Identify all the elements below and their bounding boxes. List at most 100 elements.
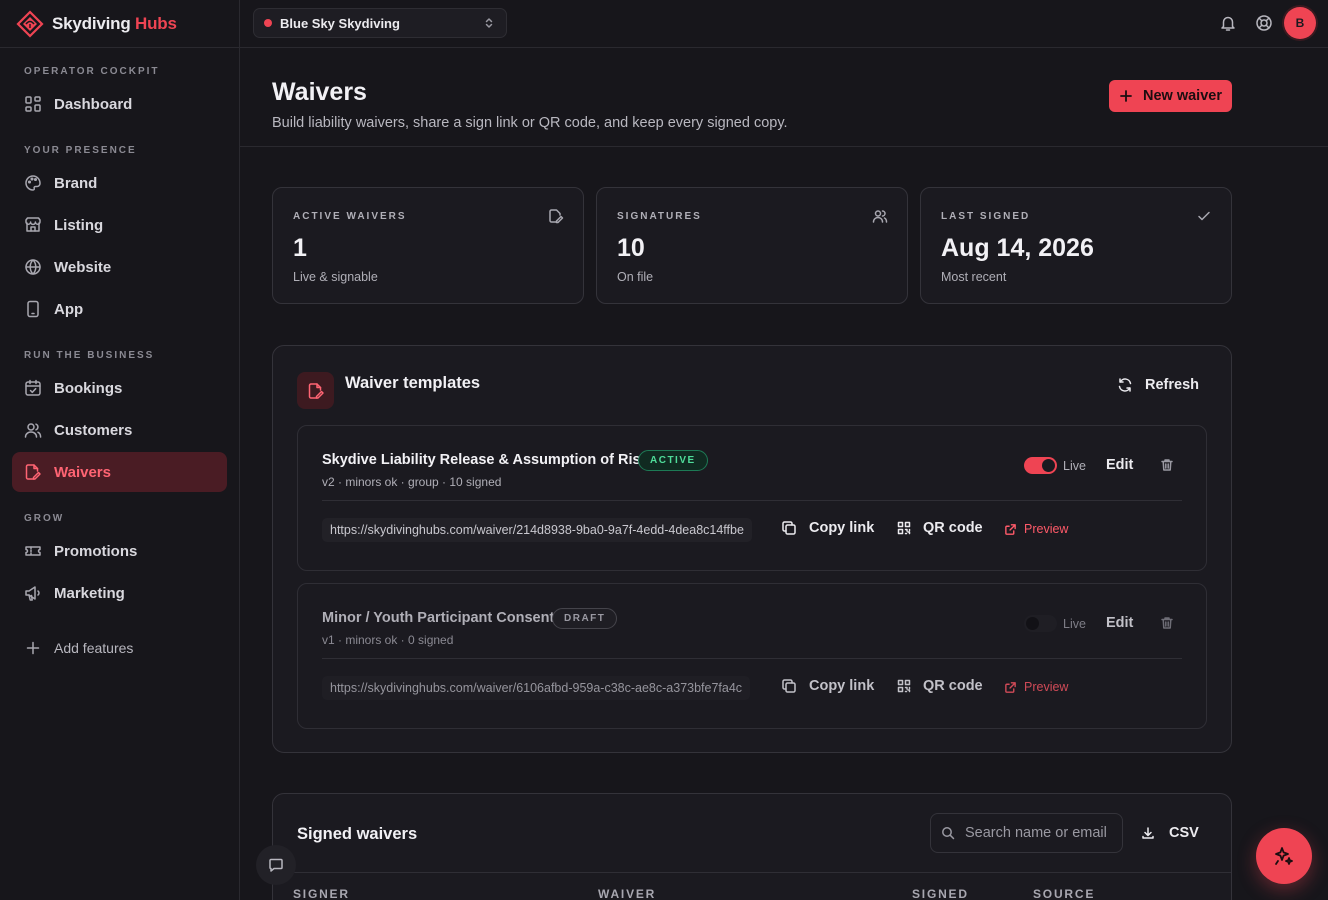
stat-value: 1	[293, 234, 307, 262]
add-features-button[interactable]: Add features	[12, 628, 227, 668]
avatar[interactable]: B	[1284, 7, 1316, 39]
refresh-button[interactable]: Refresh	[1117, 377, 1199, 393]
qr-code-label: QR code	[923, 678, 983, 694]
nav-section-run-the-business: RUN THE BUSINESS	[24, 350, 155, 361]
sidebar-item-app[interactable]: App	[12, 289, 227, 329]
waiver-templates-panel: Waiver templates Refresh Skydive Liabili…	[272, 345, 1232, 753]
live-toggle[interactable]	[1024, 457, 1057, 474]
stat-card-active-waivers: ACTIVE WAIVERS 1 Live & signable	[272, 187, 584, 304]
sidebar-item-label: Website	[54, 258, 112, 276]
column-header-signed[interactable]: SIGNED	[912, 887, 969, 900]
trash-icon[interactable]	[1160, 616, 1174, 630]
sidebar-item-listing[interactable]: Listing	[12, 205, 227, 245]
copy-link-button[interactable]: Copy link	[781, 678, 874, 694]
sidebar-item-promotions[interactable]: Promotions	[12, 531, 227, 571]
sidebar-item-label: Listing	[54, 216, 104, 234]
sidebar-item-waivers[interactable]: Waivers	[12, 452, 227, 492]
sidebar-item-label: Brand	[54, 174, 98, 192]
divider	[273, 872, 1231, 873]
panel-title: Signed waivers	[297, 825, 418, 843]
check-icon	[1196, 208, 1212, 224]
panel-title: Waiver templates	[345, 374, 481, 392]
preview-label: Preview	[1024, 680, 1069, 694]
stat-value: Aug 14, 2026	[941, 234, 1094, 262]
sidebar-item-customers[interactable]: Customers	[12, 410, 227, 450]
sidebar-item-marketing[interactable]: Marketing	[12, 573, 227, 613]
qr-code-button[interactable]: QR code	[897, 520, 983, 536]
live-label: Live	[1063, 617, 1086, 631]
download-icon	[1141, 826, 1155, 840]
sidebar-item-brand[interactable]: Brand	[12, 163, 227, 203]
file-signature-icon	[297, 372, 334, 409]
operator-select[interactable]: Blue Sky Skydiving	[253, 8, 507, 38]
live-toggle[interactable]	[1024, 615, 1057, 632]
sidebar-item-bookings[interactable]: Bookings	[12, 368, 227, 408]
preview-link[interactable]: Preview	[1004, 522, 1068, 536]
page-header: Waivers Build liability waivers, share a…	[240, 48, 1328, 147]
status-badge: DRAFT	[552, 608, 618, 629]
chat-icon	[268, 857, 284, 873]
stat-hint: Most recent	[941, 270, 1007, 284]
sign-link-url[interactable]: https://skydivinghubs.com/waiver/6106afb…	[322, 676, 751, 700]
sidebar-item-label: App	[54, 300, 84, 318]
copy-link-button[interactable]: Copy link	[781, 520, 874, 536]
help-icon[interactable]	[1255, 14, 1273, 32]
live-label: Live	[1063, 459, 1086, 473]
sign-link-url[interactable]: https://skydivinghubs.com/waiver/214d893…	[322, 518, 752, 542]
status-badge: ACTIVE	[638, 450, 708, 471]
users-icon	[24, 421, 42, 439]
column-header-signer[interactable]: SIGNER	[293, 887, 350, 900]
store-icon	[24, 216, 42, 234]
column-header-waiver[interactable]: WAIVER	[598, 887, 656, 900]
nav-section-grow: GROW	[24, 513, 65, 524]
stat-hint: Live & signable	[293, 270, 378, 284]
sidebar: Skydiving Hubs OPERATOR COCKPIT Dashboar…	[0, 0, 240, 900]
template-name: Minor / Youth Participant Consent	[322, 610, 555, 626]
sidebar-item-label: Marketing	[54, 584, 125, 602]
csv-label: CSV	[1169, 825, 1199, 841]
sidebar-item-label: Customers	[54, 421, 133, 439]
nav-section-operator-cockpit: OPERATOR COCKPIT	[24, 66, 160, 77]
sidebar-item-dashboard[interactable]: Dashboard	[12, 84, 227, 124]
csv-export-button[interactable]: CSV	[1141, 825, 1199, 841]
brand[interactable]: Skydiving Hubs	[0, 0, 239, 48]
preview-link[interactable]: Preview	[1004, 680, 1068, 694]
copy-link-label: Copy link	[809, 678, 875, 694]
divider	[322, 500, 1182, 501]
copy-link-label: Copy link	[809, 520, 875, 536]
calendar-check-icon	[24, 379, 42, 397]
sidebar-item-website[interactable]: Website	[12, 247, 227, 287]
new-waiver-label: New waiver	[1143, 88, 1222, 104]
stat-card-signatures: SIGNATURES 10 On file	[596, 187, 908, 304]
stat-label: SIGNATURES	[617, 211, 702, 222]
edit-icon	[548, 208, 564, 224]
plus-icon	[24, 639, 42, 657]
external-link-icon	[1004, 681, 1017, 694]
template-name: Skydive Liability Release & Assumption o…	[322, 452, 649, 468]
chat-button[interactable]	[256, 845, 296, 885]
chevron-up-down-icon	[482, 16, 496, 30]
search-box[interactable]	[930, 813, 1123, 853]
megaphone-icon	[24, 584, 42, 602]
signed-waivers-panel: Signed waivers CSV SIGNER WAIVER SIGNED …	[272, 793, 1232, 900]
qr-code-label: QR code	[923, 520, 983, 536]
template-meta: v2 · minors ok · group · 10 signed	[322, 475, 502, 489]
refresh-icon	[1117, 377, 1133, 393]
qr-code-icon	[897, 521, 911, 535]
new-waiver-button[interactable]: New waiver	[1109, 80, 1232, 112]
column-header-source[interactable]: SOURCE	[1033, 887, 1095, 900]
edit-button[interactable]: Edit	[1106, 457, 1133, 473]
sidebar-item-label: Bookings	[54, 379, 123, 397]
trash-icon[interactable]	[1160, 458, 1174, 472]
ai-assistant-button[interactable]	[1256, 828, 1312, 884]
edit-button[interactable]: Edit	[1106, 615, 1133, 631]
sparkles-icon	[1272, 844, 1296, 868]
status-dot	[264, 19, 272, 27]
qr-code-button[interactable]: QR code	[897, 678, 983, 694]
brand-logo-icon	[16, 9, 44, 38]
search-icon	[941, 826, 955, 840]
topbar: Blue Sky Skydiving B	[240, 0, 1328, 48]
users-icon	[872, 208, 888, 224]
search-input[interactable]	[965, 825, 1115, 841]
bell-icon[interactable]	[1219, 14, 1237, 32]
